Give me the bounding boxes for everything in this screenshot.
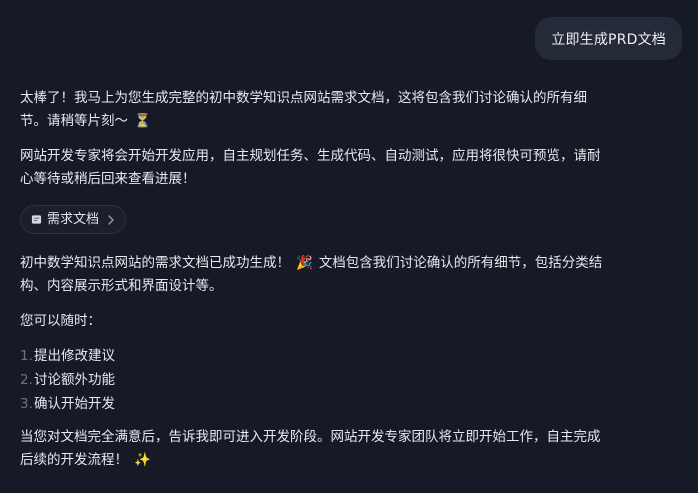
list-item-text: 提出修改建议 xyxy=(34,348,115,364)
assistant-paragraph-3: 初中数学知识点网站的需求文档已成功生成！ 🎉 文档包含我们讨论确认的所有细节，包括分… xyxy=(20,252,610,298)
user-message-text: 立即生成PRD文档 xyxy=(551,31,666,48)
assistant-paragraph-1-text: 太棒了！我马上为您生成完整的初中数学知识点网站需求文档，这将包含我们讨论确认的所… xyxy=(20,90,587,129)
sparkles-icon: ✨ xyxy=(134,452,151,468)
chevron-right-icon xyxy=(108,214,114,225)
list-item: 1. 提出修改建议 xyxy=(20,345,610,368)
list-item-number: 1. xyxy=(20,348,33,364)
document-icon xyxy=(31,215,42,224)
chat-page: 立即生成PRD文档 太棒了！我马上为您生成完整的初中数学知识点网站需求文档，这将… xyxy=(0,0,698,493)
steps-list: 1. 提出修改建议 2. 讨论额外功能 3. 确认开始开发 xyxy=(20,345,610,416)
list-item-text: 确认开始开发 xyxy=(34,396,115,412)
assistant-paragraph-3-text: 初中数学知识点网站的需求文档已成功生成！ xyxy=(20,255,290,271)
assistant-paragraph-1: 太棒了！我马上为您生成完整的初中数学知识点网站需求文档，这将包含我们讨论确认的所… xyxy=(20,87,610,133)
list-item-number: 3. xyxy=(20,396,33,412)
list-item-text: 讨论额外功能 xyxy=(34,372,115,388)
hourglass-icon: ⏳ xyxy=(134,113,151,129)
assistant-paragraph-5-text: 当您对文档完全满意后，告诉我即可进入开发阶段。网站开发专家团队将立即开始工作，自… xyxy=(20,429,601,468)
document-chip-button[interactable]: 需求文档 xyxy=(20,205,127,234)
user-message-bubble: 立即生成PRD文档 xyxy=(535,17,682,60)
list-item-number: 2. xyxy=(20,372,33,388)
assistant-paragraph-5: 当您对文档完全满意后，告诉我即可进入开发阶段。网站开发专家团队将立即开始工作，自… xyxy=(20,426,610,472)
assistant-paragraph-2: 网站开发专家将会开始开发应用，自主规划任务、生成代码、自动测试，应用将很快可预览… xyxy=(20,148,601,187)
party-popper-icon: 🎉 xyxy=(296,255,313,271)
document-chip-label: 需求文档 xyxy=(47,212,100,227)
list-item: 2. 讨论额外功能 xyxy=(20,369,610,392)
assistant-message: 太棒了！我马上为您生成完整的初中数学知识点网站需求文档，这将包含我们讨论确认的所… xyxy=(20,87,610,484)
assistant-paragraph-4: 您可以随时： xyxy=(20,313,101,329)
list-item: 3. 确认开始开发 xyxy=(20,393,610,416)
